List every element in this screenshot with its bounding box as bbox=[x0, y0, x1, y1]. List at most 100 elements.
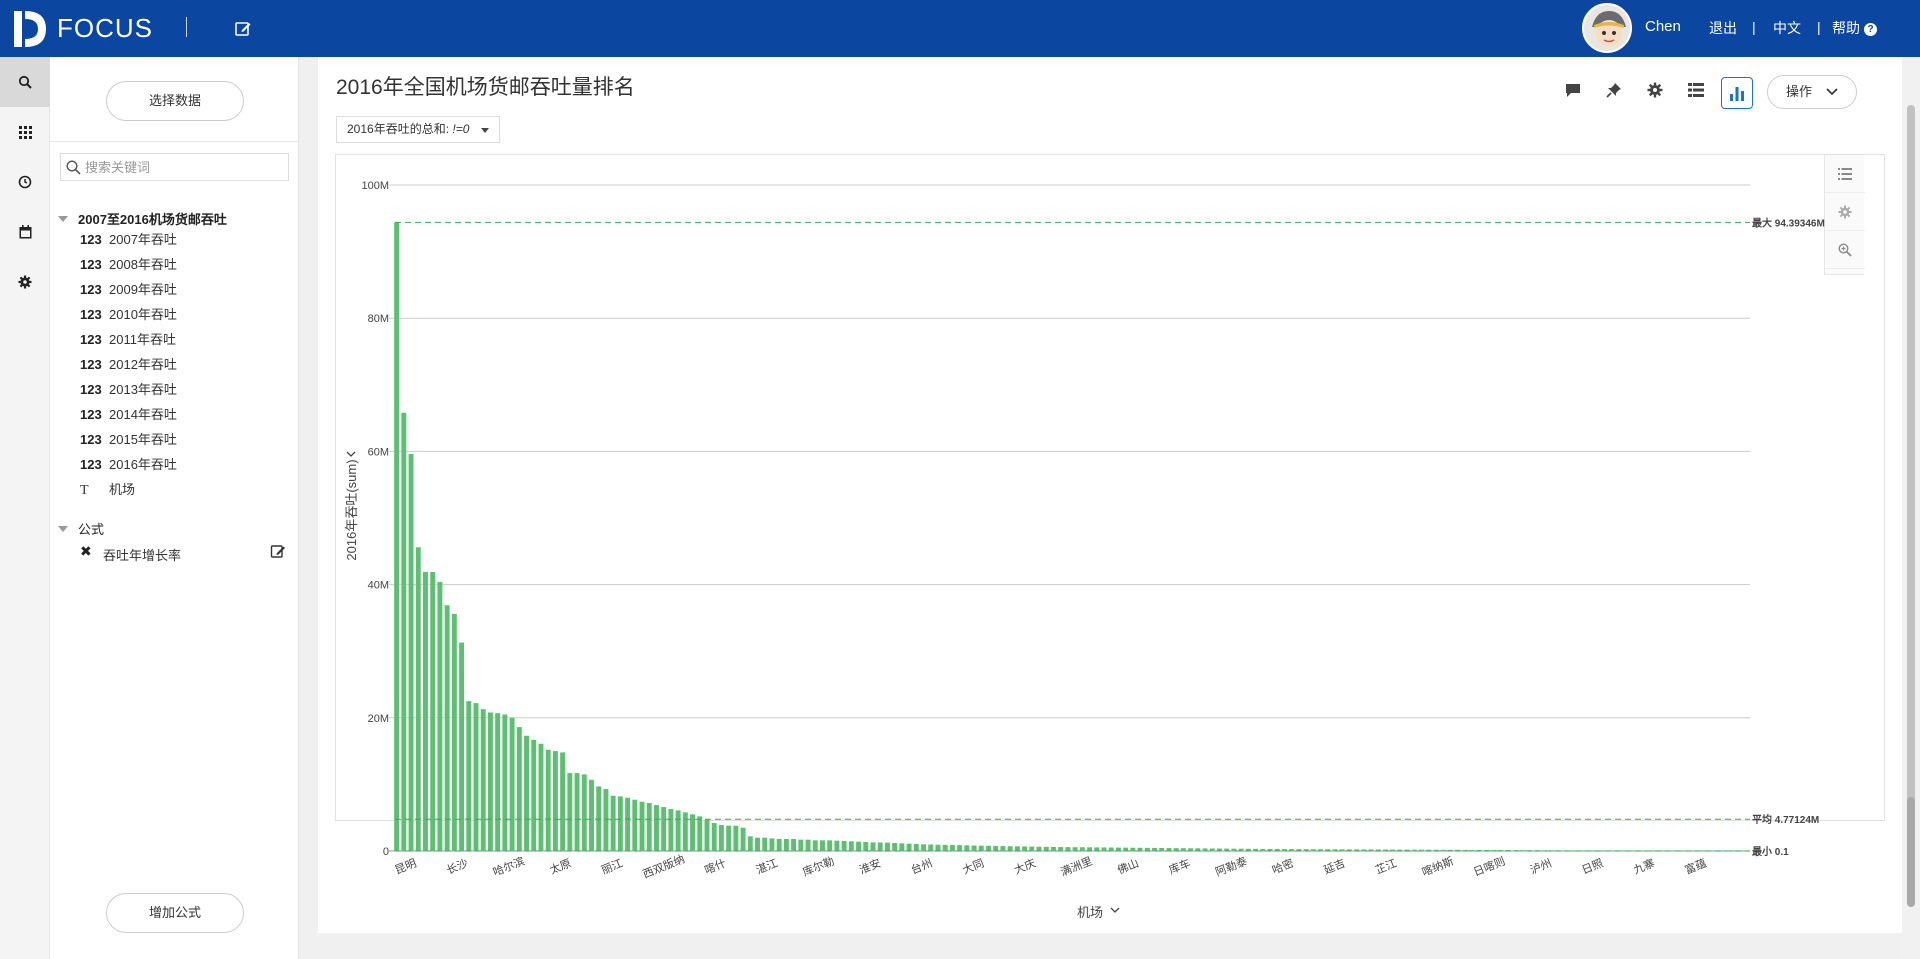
bar[interactable] bbox=[1491, 850, 1497, 851]
bar[interactable] bbox=[1072, 847, 1078, 851]
bar[interactable] bbox=[1361, 849, 1367, 851]
bar[interactable] bbox=[1296, 849, 1302, 851]
formula-item-label[interactable]: 吞吐年增长率 bbox=[103, 545, 181, 564]
bar[interactable] bbox=[1592, 850, 1598, 851]
chart-settings-button[interactable] bbox=[1641, 76, 1669, 104]
bar[interactable] bbox=[1173, 848, 1179, 851]
bar[interactable] bbox=[877, 842, 883, 851]
bar[interactable] bbox=[1476, 849, 1482, 851]
logout-link[interactable]: 退出 bbox=[1709, 18, 1737, 38]
bar[interactable] bbox=[1736, 850, 1742, 851]
bar[interactable] bbox=[574, 773, 580, 851]
bar[interactable] bbox=[848, 841, 854, 851]
bar[interactable] bbox=[704, 819, 710, 851]
bar[interactable] bbox=[1426, 849, 1432, 851]
bar[interactable] bbox=[769, 838, 775, 851]
bar[interactable] bbox=[1245, 848, 1251, 851]
field-item[interactable]: T 机场 bbox=[80, 480, 135, 500]
bar[interactable] bbox=[552, 751, 558, 851]
bar[interactable] bbox=[1123, 847, 1129, 851]
delete-formula-icon[interactable]: ✖ bbox=[80, 543, 92, 560]
formula-node[interactable]: 公式 bbox=[58, 519, 104, 538]
bar[interactable] bbox=[1484, 850, 1489, 851]
bar[interactable] bbox=[1007, 846, 1013, 851]
collapse-caret-icon[interactable] bbox=[58, 216, 68, 222]
bar[interactable] bbox=[812, 840, 818, 851]
bar[interactable] bbox=[1108, 847, 1114, 851]
bar[interactable] bbox=[1447, 849, 1453, 851]
bar[interactable] bbox=[921, 844, 926, 851]
bar[interactable] bbox=[1707, 850, 1713, 851]
bar[interactable] bbox=[1144, 847, 1150, 851]
bar[interactable] bbox=[1397, 849, 1403, 851]
bar[interactable] bbox=[1310, 849, 1316, 851]
bar[interactable] bbox=[473, 703, 479, 851]
bar[interactable] bbox=[1512, 850, 1518, 851]
bar[interactable] bbox=[935, 844, 941, 851]
bar[interactable] bbox=[1253, 848, 1259, 851]
bar[interactable] bbox=[942, 844, 948, 851]
bar[interactable] bbox=[459, 642, 465, 851]
bar[interactable] bbox=[1115, 847, 1121, 851]
bar[interactable] bbox=[1346, 849, 1352, 851]
bar[interactable] bbox=[654, 805, 659, 851]
bar[interactable] bbox=[509, 717, 515, 851]
bar[interactable] bbox=[870, 842, 876, 851]
bar[interactable] bbox=[1217, 848, 1222, 851]
rail-settings[interactable] bbox=[0, 257, 50, 307]
bar[interactable] bbox=[1563, 850, 1569, 851]
bar[interactable] bbox=[610, 795, 616, 851]
bar[interactable] bbox=[762, 837, 768, 851]
bar[interactable] bbox=[1058, 847, 1064, 851]
bar[interactable] bbox=[1440, 849, 1446, 851]
bar[interactable] bbox=[1051, 847, 1056, 851]
pin-button[interactable] bbox=[1600, 76, 1628, 104]
bar[interactable] bbox=[1303, 849, 1309, 851]
bar-chart-view-button[interactable] bbox=[1721, 77, 1753, 109]
help-link[interactable]: 帮助? bbox=[1832, 18, 1877, 38]
bar[interactable] bbox=[834, 840, 840, 851]
bar[interactable] bbox=[531, 739, 537, 851]
rail-history[interactable] bbox=[0, 157, 50, 207]
bar[interactable] bbox=[1383, 849, 1388, 851]
bar[interactable] bbox=[1722, 850, 1728, 851]
bar[interactable] bbox=[892, 843, 898, 851]
bar[interactable] bbox=[1520, 850, 1526, 851]
bar[interactable] bbox=[1065, 847, 1071, 851]
field-item[interactable]: 123 2013年吞吐 bbox=[80, 380, 177, 400]
field-item[interactable]: 123 2016年吞吐 bbox=[80, 455, 177, 475]
bar[interactable] bbox=[776, 839, 782, 851]
bar[interactable] bbox=[487, 712, 493, 851]
bar[interactable] bbox=[1022, 846, 1028, 851]
bar[interactable] bbox=[1404, 849, 1410, 851]
user-name[interactable]: Chen bbox=[1645, 18, 1681, 35]
bar[interactable] bbox=[538, 743, 544, 851]
bar[interactable] bbox=[1029, 846, 1035, 851]
bar[interactable] bbox=[437, 581, 443, 851]
collapse-caret-icon[interactable] bbox=[58, 526, 68, 532]
bar[interactable] bbox=[632, 799, 638, 851]
bar[interactable] bbox=[978, 845, 984, 851]
bar[interactable] bbox=[1354, 849, 1360, 851]
bar[interactable] bbox=[1281, 849, 1287, 851]
bar[interactable] bbox=[502, 714, 508, 851]
bar[interactable] bbox=[545, 749, 551, 851]
bar[interactable] bbox=[711, 823, 717, 851]
bar[interactable] bbox=[1556, 850, 1562, 851]
bar[interactable] bbox=[1534, 850, 1540, 851]
bar[interactable] bbox=[1570, 850, 1576, 851]
bar[interactable] bbox=[964, 845, 970, 851]
field-item[interactable]: 123 2007年吞吐 bbox=[80, 230, 177, 250]
bar[interactable] bbox=[516, 727, 522, 851]
bar[interactable] bbox=[1000, 846, 1006, 851]
bar[interactable] bbox=[949, 845, 955, 851]
bar[interactable] bbox=[495, 713, 501, 851]
bar[interactable] bbox=[1087, 847, 1092, 851]
bar[interactable] bbox=[617, 796, 623, 851]
bar[interactable] bbox=[690, 814, 696, 851]
bar[interactable] bbox=[401, 412, 407, 851]
bar[interactable] bbox=[1274, 849, 1280, 851]
bar[interactable] bbox=[675, 810, 681, 851]
bar[interactable] bbox=[1159, 848, 1165, 851]
add-formula-button[interactable]: 增加公式 bbox=[106, 893, 244, 933]
